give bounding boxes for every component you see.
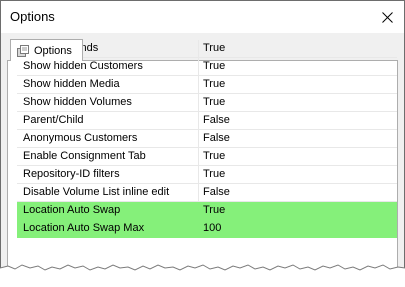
option-value[interactable]: True: [198, 148, 397, 165]
option-row[interactable]: Repository-ID filters True: [17, 166, 397, 184]
option-row[interactable]: Disable Volume List inline edit False: [17, 184, 397, 202]
options-tab-icon: [17, 44, 29, 57]
option-row[interactable]: Enable Consignment Tab True: [17, 148, 397, 166]
option-name: Parent/Child: [23, 114, 84, 126]
window-title: Options: [10, 9, 55, 24]
tab-options[interactable]: Options: [10, 39, 83, 61]
option-value[interactable]: 100: [198, 220, 397, 237]
option-value[interactable]: True: [198, 76, 397, 93]
option-row[interactable]: Anonymous Customers False: [17, 130, 397, 148]
option-value[interactable]: True: [198, 202, 397, 219]
option-value[interactable]: False: [198, 184, 397, 201]
option-name: Location Auto Swap Max: [23, 222, 145, 234]
option-name: Anonymous Customers: [23, 132, 138, 144]
option-value[interactable]: True: [198, 94, 397, 111]
option-row[interactable]: Location Auto Swap Max 100: [17, 220, 397, 238]
option-row[interactable]: Show hidden Volumes True: [17, 94, 397, 112]
option-name: Show hidden Media: [23, 78, 120, 90]
option-value[interactable]: False: [198, 130, 397, 147]
options-dialog: Options Options Disable soundsTrueShow h…: [0, 0, 405, 287]
close-icon: [381, 11, 393, 23]
torn-edge: [0, 264, 405, 287]
title-bar[interactable]: Options: [1, 1, 404, 33]
option-value[interactable]: False: [198, 112, 397, 129]
option-value[interactable]: True: [198, 58, 397, 75]
option-row[interactable]: Location Auto Swap True: [17, 202, 397, 220]
option-row[interactable]: Parent/Child False: [17, 112, 397, 130]
option-name: Location Auto Swap: [23, 204, 121, 216]
option-name: Disable Volume List inline edit: [23, 186, 170, 198]
option-value[interactable]: True: [198, 166, 397, 183]
option-row[interactable]: Show hidden Media True: [17, 76, 397, 94]
option-value[interactable]: True: [198, 40, 397, 57]
options-grid: Disable soundsTrueShow hidden CustomersT…: [17, 40, 397, 238]
option-name: Show hidden Volumes: [23, 96, 132, 108]
option-name: Enable Consignment Tab: [23, 150, 146, 162]
option-name: Repository-ID filters: [23, 168, 120, 180]
tab-label: Options: [34, 44, 72, 57]
close-button[interactable]: [370, 1, 404, 33]
